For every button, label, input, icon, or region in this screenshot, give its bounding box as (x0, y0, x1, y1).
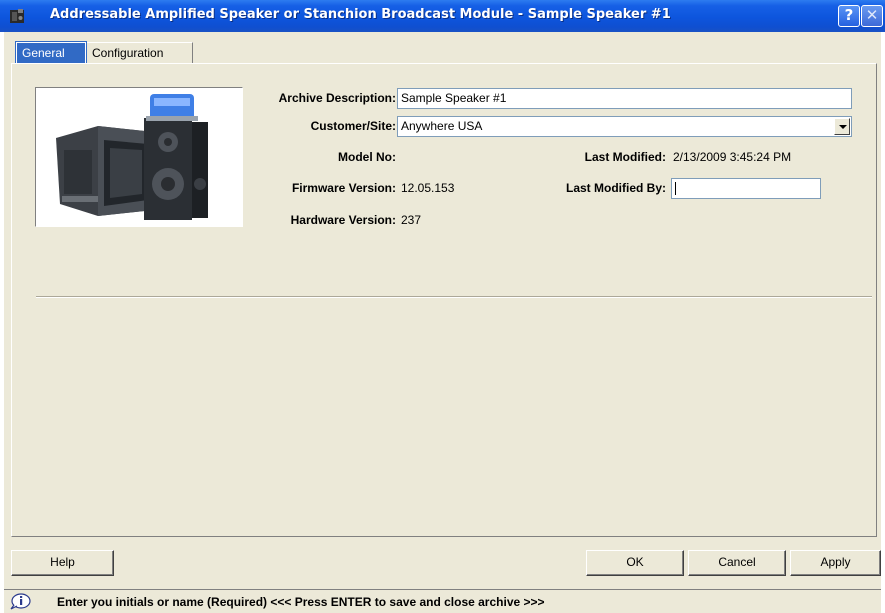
cancel-button[interactable]: Cancel (688, 550, 786, 576)
customer-site-label: Customer/Site: (310, 119, 396, 133)
customer-site-value: Anywhere USA (401, 119, 483, 133)
last-modified-label: Last Modified: (584, 150, 666, 164)
tab-configuration[interactable]: Configuration (87, 42, 193, 64)
status-message: Enter you initials or name (Required) <<… (57, 595, 545, 609)
title-bar: Addressable Amplified Speaker or Stanchi… (0, 0, 885, 32)
customer-site-dropdown[interactable]: Anywhere USA (397, 116, 852, 137)
ok-button[interactable]: OK (586, 550, 684, 576)
help-button[interactable]: Help (11, 550, 114, 576)
chevron-down-icon[interactable] (834, 118, 850, 135)
device-image (35, 87, 243, 227)
status-bar: Enter you initials or name (Required) <<… (4, 589, 881, 613)
apply-button[interactable]: Apply (790, 550, 881, 576)
dialog-client: General Configuration Archive Descriptio… (4, 32, 881, 613)
tab-general[interactable]: General (15, 41, 87, 65)
last-modified-by-field[interactable] (671, 178, 821, 199)
speaker-app-icon (10, 9, 24, 23)
help-title-button[interactable]: ? (838, 5, 860, 27)
hardware-version-label: Hardware Version: (290, 213, 396, 227)
close-icon[interactable]: ✕ (861, 5, 883, 27)
archive-description-label: Archive Description: (278, 91, 396, 105)
last-modified-value: 2/13/2009 3:45:24 PM (673, 150, 792, 164)
last-modified-by-label: Last Modified By: (565, 181, 666, 195)
model-no-label: Model No: (338, 150, 396, 164)
text-caret (675, 182, 676, 195)
section-divider (36, 296, 872, 298)
general-panel: Archive Description: Sample Speaker #1 C… (11, 63, 877, 537)
firmware-version-label: Firmware Version: (291, 181, 396, 195)
hardware-version-value: 237 (401, 213, 422, 227)
firmware-version-value: 12.05.153 (401, 181, 455, 195)
window-title: Addressable Amplified Speaker or Stanchi… (50, 7, 671, 22)
info-icon (10, 593, 31, 610)
archive-description-field[interactable]: Sample Speaker #1 (397, 88, 852, 109)
